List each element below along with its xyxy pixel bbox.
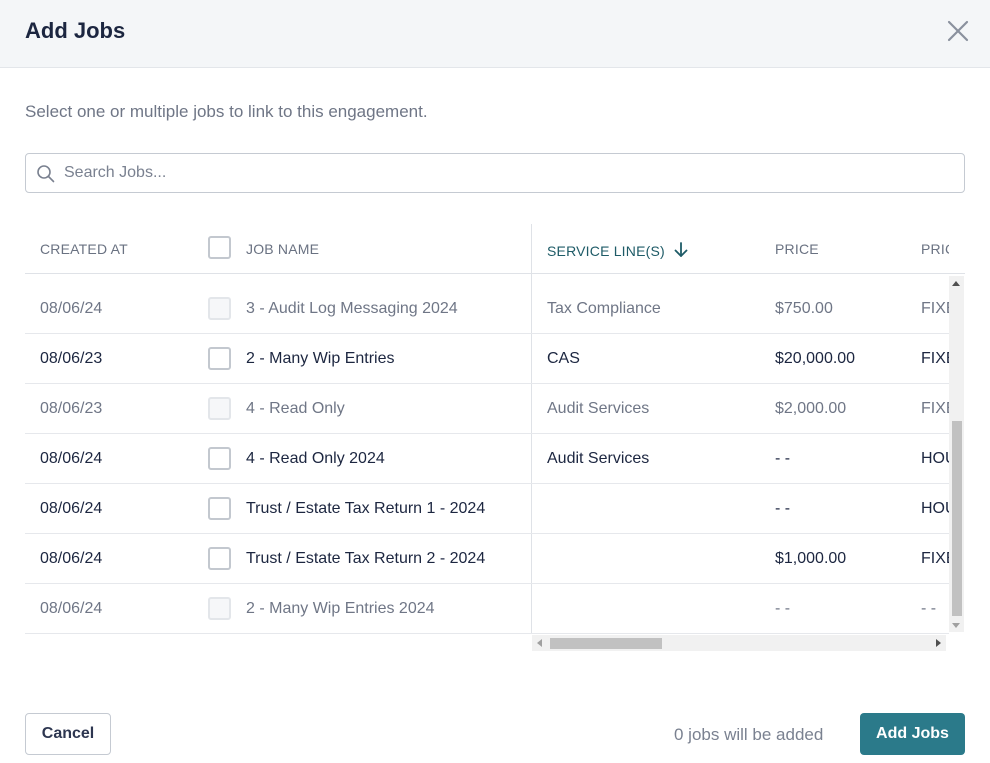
job-name-cell: 4 - Read Only 2024 [246,450,385,467]
job-name-cell: Trust / Estate Tax Return 2 - 2024 [246,550,486,567]
table-row[interactable]: 08/06/24 3 - Audit Log Messaging 2024 Tax … [25,284,949,334]
service-line-cell: Audit Services [547,400,650,417]
search-box[interactable] [25,153,965,193]
pricing-cell: HOU [921,450,949,467]
created-at-cell: 08/06/24 [40,450,103,467]
row-checkbox[interactable] [208,447,231,470]
horizontal-scrollbar[interactable] [532,635,946,651]
created-at-cell: 08/06/24 [40,300,103,317]
created-at-cell: 08/06/24 [40,550,103,567]
modal-description: Select one or multiple jobs to link to t… [25,102,428,121]
scroll-down-arrow-icon[interactable] [952,623,960,628]
price-cell: $2,000.00 [775,400,847,417]
row-checkbox[interactable] [208,497,231,520]
job-name-cell: Trust / Estate Tax Return 1 - 2024 [246,500,486,517]
price-cell: - - [775,450,791,467]
row-checkbox[interactable] [208,347,231,370]
search-input[interactable] [64,155,954,191]
price-cell: $750.00 [775,300,833,317]
vertical-scroll-thumb[interactable] [952,421,962,616]
table-row[interactable]: 08/06/24 Trust / Estate Tax Return 2 - 20… [25,534,949,584]
column-header-price[interactable]: PRICE [775,241,819,257]
modal-header: Add Jobs [0,0,990,68]
modal-title: Add Jobs [25,18,126,43]
table-row[interactable]: 08/06/24 2 - Many Wip Entries 2024 - - - - [25,584,949,634]
table-row[interactable]: 08/06/24 4 - Read Only 2024 Audit Services… [25,434,949,484]
table-row[interactable]: 08/06/23 4 - Read Only Audit Services $2,00… [25,384,949,434]
horizontal-scroll-thumb[interactable] [550,638,662,649]
add-jobs-button[interactable]: Add Jobs [860,713,965,755]
column-header-created-at[interactable]: CREATED AT [40,241,128,257]
row-checkbox [208,397,231,420]
job-name-cell: 2 - Many Wip Entries [246,350,395,367]
column-header-service-lines[interactable]: SERVICE LINE(S) [547,241,689,259]
price-cell: - - [775,600,791,617]
column-header-service-lines-label: SERVICE LINE(S) [547,243,665,259]
price-cell: - - [775,500,791,517]
jobs-count-text: 0 jobs will be added [674,725,824,744]
arrow-down-icon [674,242,688,257]
row-checkbox[interactable] [208,547,231,570]
pricing-cell: FIXE [921,300,949,317]
row-checkbox [208,597,231,620]
created-at-cell: 08/06/23 [40,400,103,417]
pricing-cell: FIXE [921,350,949,367]
scroll-left-arrow-icon[interactable] [537,639,542,647]
price-cell: $20,000.00 [775,350,856,367]
job-name-cell: 3 - Audit Log Messaging 2024 [246,300,458,317]
pricing-cell: HOU [921,500,949,517]
pricing-cell: - - [921,600,937,617]
service-line-cell: Tax Compliance [547,300,661,317]
created-at-cell: 08/06/24 [40,500,103,517]
close-icon [947,20,969,42]
cancel-button[interactable]: Cancel [25,713,111,755]
created-at-cell: 08/06/23 [40,350,103,367]
job-name-cell: 2 - Many Wip Entries 2024 [246,600,435,617]
table-row[interactable]: 08/06/23 2 - Many Wip Entries CAS $20,000.0… [25,334,949,384]
created-at-cell: 08/06/24 [40,600,103,617]
table-header: CREATED AT JOB NAME SERVICE LINE(S) PRIC… [25,224,965,274]
job-name-cell: 4 - Read Only [246,400,345,417]
column-header-pricing[interactable]: PRICII [921,241,949,257]
service-line-cell: Audit Services [547,450,650,467]
scroll-up-arrow-icon[interactable] [952,281,960,286]
column-header-job-name[interactable]: JOB NAME [246,241,319,257]
service-line-cell: CAS [547,350,580,367]
price-cell: $1,000.00 [775,550,847,567]
select-all-checkbox[interactable] [208,236,231,259]
search-icon [37,165,55,183]
scroll-right-arrow-icon[interactable] [936,639,941,647]
jobs-table: CREATED AT JOB NAME SERVICE LINE(S) PRIC… [25,224,965,654]
close-button[interactable] [944,17,972,45]
table-body: 08/06/24 3 - Audit Log Messaging 2024 Tax … [25,284,949,634]
row-checkbox [208,297,231,320]
table-row[interactable]: 08/06/24 Trust / Estate Tax Return 1 - 20… [25,484,949,534]
vertical-scrollbar[interactable] [949,276,964,632]
pricing-cell: FIXE [921,400,949,417]
pricing-cell: FIXE [921,550,949,567]
